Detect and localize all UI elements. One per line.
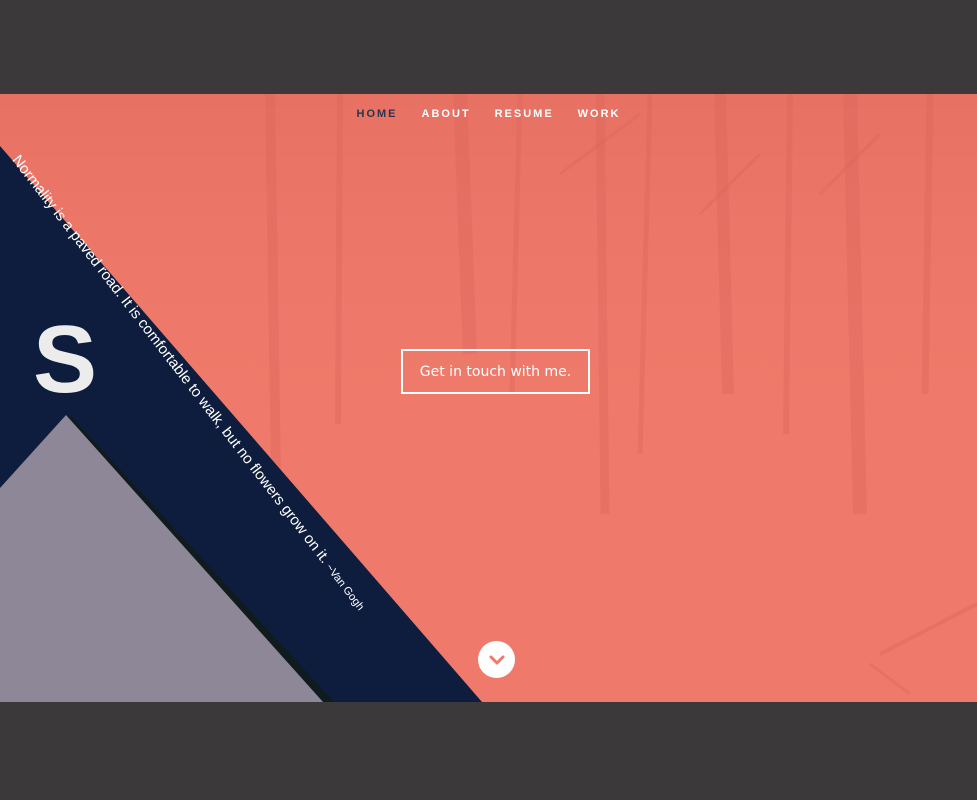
get-in-touch-button[interactable]: Get in touch with me.	[401, 349, 590, 394]
logo-letter: S	[33, 306, 98, 413]
chevron-down-icon	[489, 655, 504, 664]
scroll-down-button[interactable]	[478, 641, 515, 678]
hero-section: HOME ABOUT RESUME WORK Normality is a pa…	[0, 94, 977, 702]
decorative-shapes	[0, 146, 482, 702]
